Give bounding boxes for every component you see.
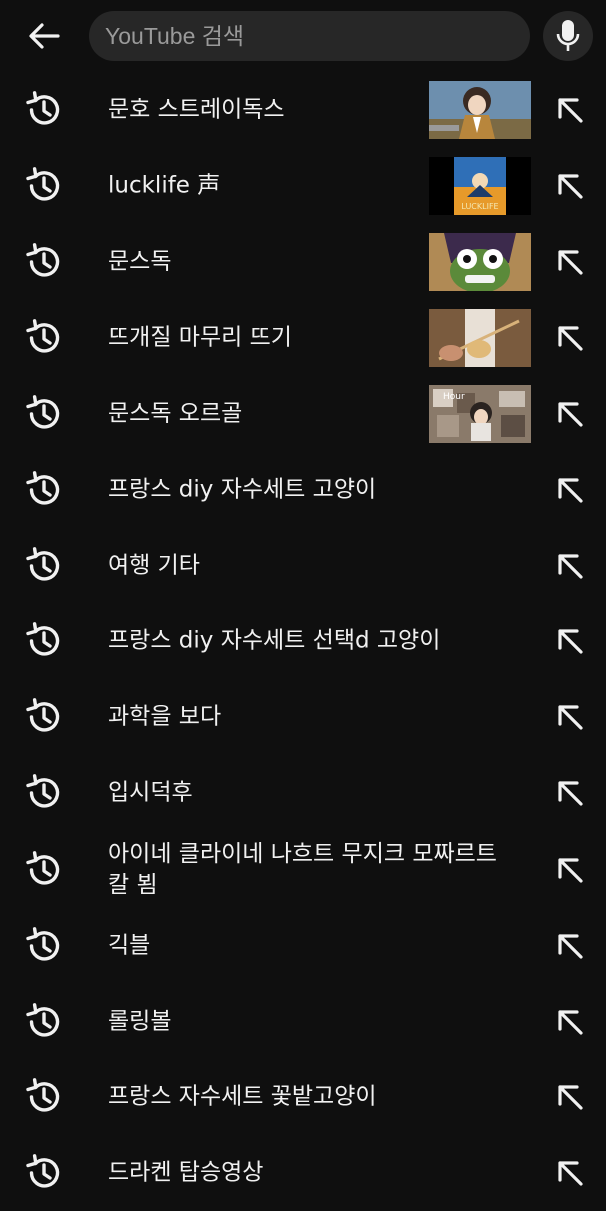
- history-icon: [24, 621, 64, 661]
- thumbnail-caption: Hour: [443, 392, 465, 402]
- thumbnail-caption: LUCKLIFE: [461, 202, 498, 211]
- search-history-item[interactable]: 프랑스 diy 자수세트 선택d 고양이: [0, 603, 606, 679]
- top-bar: [0, 0, 606, 72]
- search-history-item[interactable]: 입시덕후: [0, 755, 606, 831]
- search-history-text: 입시덕후: [108, 779, 193, 806]
- search-history-text: 여행 기타: [108, 552, 200, 578]
- search-box[interactable]: [89, 11, 530, 61]
- search-history-text: 드라켄 탑승영상: [108, 1159, 264, 1186]
- search-history-item[interactable]: 문스독: [0, 224, 606, 300]
- insert-query-arrow-icon[interactable]: [552, 852, 588, 888]
- search-history-text: 문스독 오르골: [108, 400, 243, 427]
- search-history-item[interactable]: 롤링볼: [0, 984, 606, 1059]
- history-icon: [24, 773, 64, 813]
- search-history-text: 긱블: [108, 932, 151, 959]
- search-input[interactable]: [105, 22, 505, 50]
- history-icon: [24, 850, 64, 890]
- insert-query-arrow-icon[interactable]: [552, 168, 588, 204]
- album-cover-thumbnail: LUCKLIFE: [429, 157, 531, 215]
- history-icon: [24, 470, 64, 510]
- search-history-item[interactable]: 과학을 보다: [0, 679, 606, 755]
- history-icon: [24, 318, 64, 358]
- history-icon: [24, 1002, 64, 1042]
- search-history-item[interactable]: 아이네 클라이네 나흐트 무지크 모짜르트 칼 뵘: [0, 831, 606, 908]
- knitting-thumbnail: [429, 309, 531, 367]
- search-history-item[interactable]: 프랑스 diy 자수세트 고양이: [0, 452, 606, 528]
- history-icon: [24, 242, 64, 282]
- voice-search-button[interactable]: [543, 11, 593, 61]
- search-history-item[interactable]: 문스독 오르골 Hour: [0, 376, 606, 452]
- search-history-text: 문호 스트레이독스: [108, 96, 285, 123]
- insert-query-arrow-icon[interactable]: [552, 396, 588, 432]
- search-history-item[interactable]: 여행 기타: [0, 528, 606, 603]
- search-history-text: 과학을 보다: [108, 703, 222, 730]
- history-icon: [24, 90, 64, 130]
- history-icon: [24, 1153, 64, 1193]
- search-history-text: 프랑스 자수세트 꽃밭고양이: [108, 1083, 377, 1110]
- insert-query-arrow-icon[interactable]: [552, 1079, 588, 1115]
- search-history-text: 문스독: [108, 248, 172, 275]
- search-history-item[interactable]: lucklife 声 LUCKLIFE: [0, 148, 606, 224]
- insert-query-arrow-icon[interactable]: [552, 623, 588, 659]
- history-icon: [24, 394, 64, 434]
- search-history-text: 뜨개질 마무리 뜨기: [108, 324, 292, 351]
- insert-query-arrow-icon[interactable]: [552, 244, 588, 280]
- search-history-item[interactable]: 프랑스 자수세트 꽃밭고양이: [0, 1059, 606, 1135]
- collage-thumbnail: Hour: [429, 385, 531, 443]
- search-history-text: 프랑스 diy 자수세트 고양이: [108, 476, 377, 503]
- history-icon: [24, 166, 64, 206]
- search-history-text: 프랑스 diy 자수세트 선택d 고양이: [108, 627, 441, 654]
- insert-query-arrow-icon[interactable]: [552, 320, 588, 356]
- anime-character-thumbnail: [429, 81, 531, 139]
- anime-face-thumbnail: [429, 233, 531, 291]
- insert-query-arrow-icon[interactable]: [552, 548, 588, 584]
- insert-query-arrow-icon[interactable]: [552, 775, 588, 811]
- search-history-item[interactable]: 뜨개질 마무리 뜨기: [0, 300, 606, 376]
- history-icon: [24, 926, 64, 966]
- search-history-item[interactable]: 긱블: [0, 908, 606, 984]
- search-history-list: 문호 스트레이독스 lucklife 声 LUCKLIFE 문스독뜨개질 마무리 뜨기…: [0, 72, 606, 1211]
- insert-query-arrow-icon[interactable]: [552, 699, 588, 735]
- back-button[interactable]: [20, 14, 68, 58]
- back-arrow-icon: [29, 23, 60, 49]
- insert-query-arrow-icon[interactable]: [552, 92, 588, 128]
- insert-query-arrow-icon[interactable]: [552, 1155, 588, 1191]
- search-history-text: 아이네 클라이네 나흐트 무지크 모짜르트 칼 뵘: [108, 840, 497, 898]
- microphone-icon: [556, 20, 580, 51]
- history-icon: [24, 697, 64, 737]
- history-icon: [24, 546, 64, 586]
- search-history-text: lucklife 声: [108, 172, 221, 199]
- search-history-text: 롤링볼: [108, 1008, 172, 1034]
- insert-query-arrow-icon[interactable]: [552, 928, 588, 964]
- history-icon: [24, 1077, 64, 1117]
- insert-query-arrow-icon[interactable]: [552, 472, 588, 508]
- search-history-item[interactable]: 문호 스트레이독스: [0, 72, 606, 148]
- insert-query-arrow-icon[interactable]: [552, 1004, 588, 1040]
